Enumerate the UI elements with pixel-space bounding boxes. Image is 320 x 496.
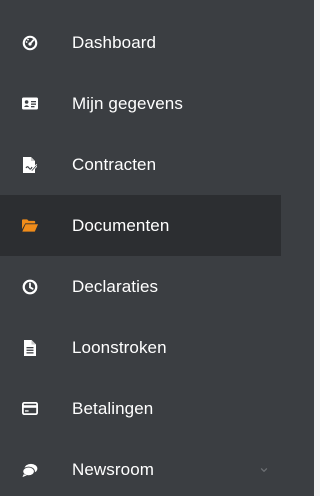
sidebar-item-label: Declaraties — [72, 276, 159, 296]
sidebar-item-label: Documenten — [72, 215, 170, 235]
folder-open-icon — [22, 218, 38, 234]
chevron-down-icon[interactable] — [259, 465, 269, 475]
file-signature-icon — [22, 156, 38, 173]
sidebar-nav: Dashboard Mijn gegevens Contracten Docum… — [0, 0, 281, 496]
sidebar-item-label: Betalingen — [72, 398, 154, 418]
sidebar-item-contracten[interactable]: Contracten — [0, 134, 281, 195]
clock-icon — [22, 279, 38, 295]
sidebar-item-dashboard[interactable]: Dashboard — [0, 12, 281, 73]
id-card-icon — [22, 96, 38, 112]
comments-icon — [22, 462, 38, 478]
sidebar-item-loonstroken[interactable]: Loonstroken — [0, 317, 281, 378]
dashboard-gauge-icon — [22, 35, 38, 51]
sidebar-item-documenten[interactable]: Documenten — [0, 195, 281, 256]
sidebar-item-label: Mijn gegevens — [72, 93, 183, 113]
content-area-edge — [314, 0, 320, 496]
sidebar-item-declaraties[interactable]: Declaraties — [0, 256, 281, 317]
sidebar-item-newsroom[interactable]: Newsroom — [0, 439, 281, 496]
sidebar: Dashboard Mijn gegevens Contracten Docum… — [0, 0, 281, 496]
sidebar-item-label: Loonstroken — [72, 337, 167, 357]
credit-card-icon — [22, 401, 38, 417]
sidebar-item-mijn-gegevens[interactable]: Mijn gegevens — [0, 73, 281, 134]
sidebar-item-betalingen[interactable]: Betalingen — [0, 378, 281, 439]
sidebar-item-label: Contracten — [72, 154, 157, 174]
sidebar-item-label: Newsroom — [72, 459, 155, 479]
sidebar-item-label: Dashboard — [72, 32, 157, 52]
file-text-icon — [22, 339, 38, 356]
